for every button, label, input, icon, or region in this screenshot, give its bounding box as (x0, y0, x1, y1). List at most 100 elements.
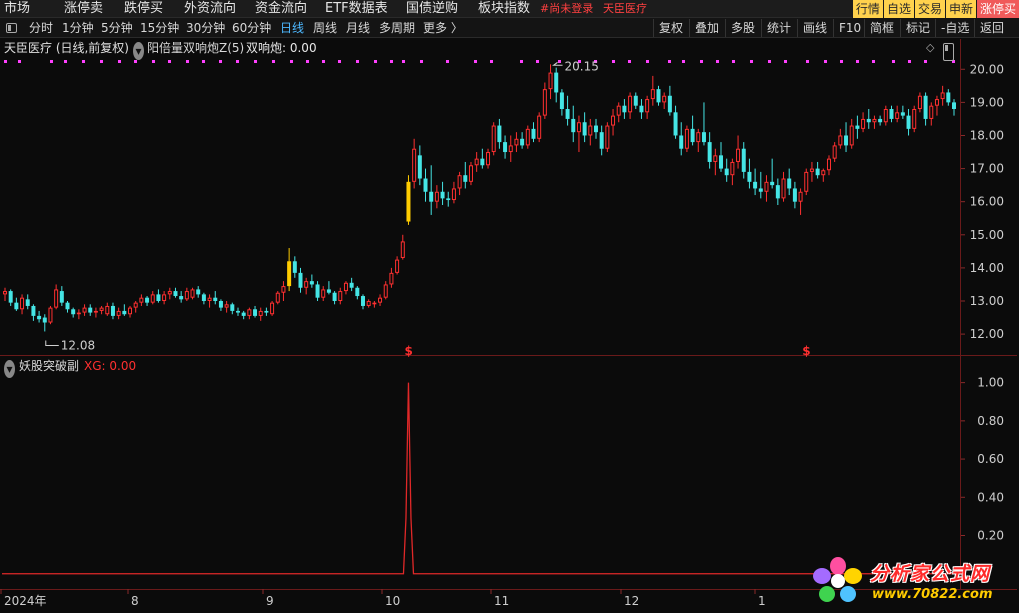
candle-body (525, 128, 530, 146)
candle-body (446, 198, 451, 201)
candle-body (707, 142, 712, 162)
stock-title: 天臣医疗 (日线,前复权) (4, 41, 129, 55)
candle-body (650, 89, 655, 100)
candle-body (508, 145, 513, 153)
candle-body (309, 281, 314, 285)
diamond-icon[interactable]: ◇ (926, 39, 934, 57)
indicator-menu-icon[interactable]: ▾ (133, 42, 144, 60)
candle-body (849, 125, 854, 146)
candle-body (82, 307, 87, 313)
signal-dot (236, 60, 239, 63)
signal-dot (374, 60, 377, 63)
candle-body (349, 282, 354, 288)
candle-body (281, 286, 286, 293)
indicator-tick-label: 1.00 (977, 376, 1004, 390)
signal-dot (134, 60, 137, 63)
signal-dot (768, 60, 771, 63)
candle-body (304, 281, 309, 288)
candle-body (645, 99, 650, 113)
candle-body (934, 99, 939, 106)
signal-dot (202, 60, 205, 63)
chart-canvas[interactable]: 20.15 12.08 $ $ 12.00 13.00 14.00 15.00 16.0… (0, 0, 1019, 613)
candle-body (542, 89, 547, 116)
window-toggle-icon[interactable] (943, 43, 954, 61)
candle-body (497, 125, 502, 143)
candle-body (804, 171, 809, 192)
candle-body (133, 302, 138, 308)
signal-dot (908, 60, 911, 63)
candle-body (76, 312, 81, 315)
buy-signal-marker: $ (404, 344, 412, 358)
candle-body (622, 105, 627, 113)
signal-dot (402, 60, 405, 63)
candle-body (946, 92, 951, 103)
xg-polyline (2, 382, 959, 575)
candle-body (770, 181, 775, 186)
sub-indicator-menu-icon[interactable]: ▾ (4, 360, 15, 378)
candle-body (486, 152, 491, 166)
price-tick-label: 14.00 (970, 261, 1004, 275)
price-tick-label: 19.00 (970, 95, 1004, 109)
candle-body (59, 291, 64, 303)
period-low-annotation: 12.08 (45, 338, 95, 352)
candle-body (99, 307, 104, 311)
candle-body (213, 297, 218, 301)
candle-body (315, 284, 320, 298)
signal-dot (490, 60, 493, 63)
signal-dot (390, 60, 393, 63)
candle-body (162, 294, 167, 301)
candle-body (412, 148, 417, 182)
candle-body (372, 302, 377, 305)
sub-indicator-name[interactable]: 妖股突破副 (19, 357, 79, 375)
price-tick-label: 18.00 (970, 128, 1004, 142)
candle-body (531, 128, 536, 139)
signal-marker-row (4, 60, 955, 63)
period-low-label: 12.08 (61, 338, 95, 352)
candle-body (201, 294, 206, 301)
candle-body (764, 181, 769, 192)
candle-body (321, 289, 326, 298)
candle-body (37, 315, 42, 320)
signal-dot (168, 60, 171, 63)
candle-body (457, 175, 462, 189)
candle-body (406, 181, 411, 222)
candle-body (662, 95, 667, 103)
indicator-name[interactable]: 阳倍量双响炮Z(5) (147, 39, 244, 57)
candle-body (866, 118, 871, 123)
candle-body (548, 72, 553, 90)
indicator-tick-label: 0.40 (977, 490, 1004, 504)
signal-dot (152, 60, 155, 63)
candlestick-series[interactable] (3, 64, 957, 332)
candle-body (582, 122, 587, 136)
signal-dot (100, 60, 103, 63)
candle-body (3, 291, 7, 295)
candle-body (196, 289, 201, 295)
candle-body (826, 158, 831, 171)
candle-body (463, 175, 468, 182)
candle-body (179, 296, 184, 300)
date-tick-label: 10 (385, 594, 400, 608)
candle-body (230, 304, 235, 311)
candle-body (872, 118, 877, 123)
candle-body (389, 272, 394, 285)
candle-body (832, 145, 837, 159)
period-high-label: 20.15 (565, 59, 599, 73)
candle-body (122, 310, 127, 315)
candle-body (912, 109, 917, 129)
candle-body (366, 301, 371, 306)
signal-dot (784, 60, 787, 63)
date-tick-label: 2024年 (4, 594, 47, 608)
candle-body (792, 188, 797, 202)
candle-body (270, 302, 275, 315)
candle-body (696, 132, 701, 143)
candle-body (184, 291, 189, 300)
candle-body (605, 125, 610, 149)
signal-dot (338, 60, 341, 63)
candle-body (48, 307, 53, 323)
candle-body (940, 92, 945, 100)
signal-dot (892, 60, 895, 63)
signal-dot (924, 60, 927, 63)
candle-body (71, 309, 76, 315)
candle-body (247, 309, 252, 316)
candle-body (400, 241, 405, 258)
